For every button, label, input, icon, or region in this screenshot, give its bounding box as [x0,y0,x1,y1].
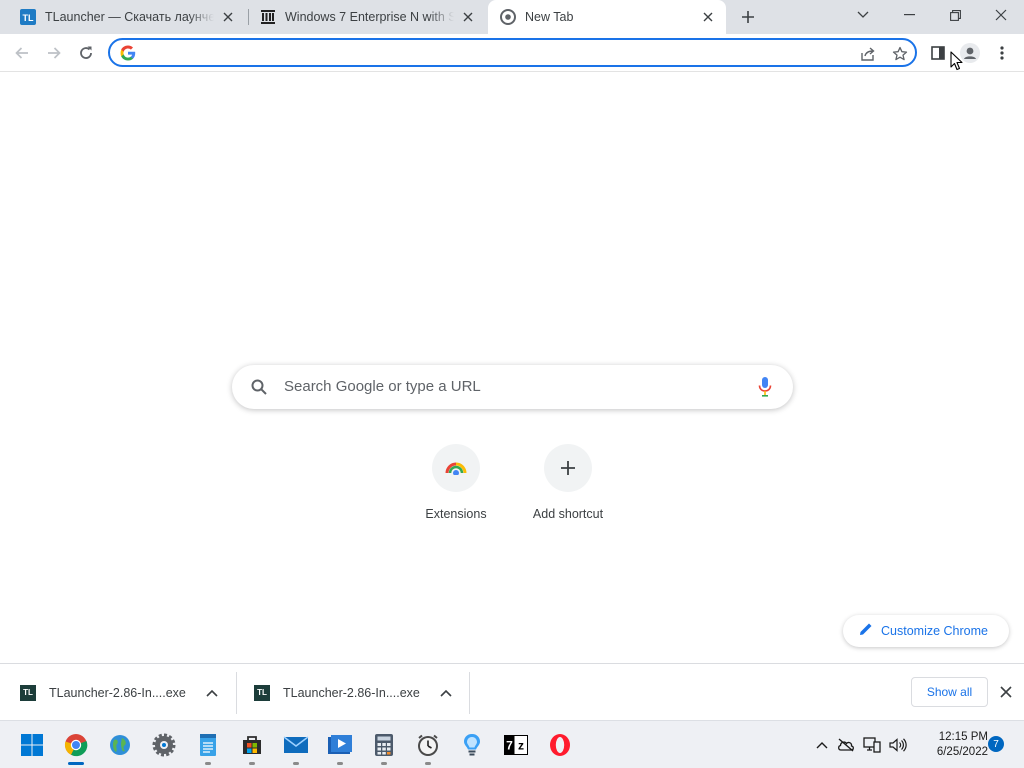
search-icon [250,378,268,396]
browser-toolbar [0,34,1024,72]
calculator-icon[interactable] [368,729,400,765]
download-filename: TLauncher-2.86-In....exe [49,685,186,700]
customize-chrome-label: Customize Chrome [881,624,988,638]
media-player-icon[interactable] [324,729,356,765]
shortcut-label: Extensions [425,507,487,521]
running-indicator [249,762,255,765]
ntp-search-box[interactable]: Search Google or type a URL [232,365,793,409]
minimize-button[interactable] [886,0,932,30]
ntp-search-placeholder: Search Google or type a URL [284,378,481,395]
tab-tlauncher[interactable]: TL TLauncher — Скачать лаунчер Minecraft [8,0,246,34]
side-panel-button[interactable] [924,39,952,67]
tlauncher-file-icon: TL [20,684,36,701]
chevron-up-icon[interactable] [436,683,456,703]
running-indicator [293,762,299,765]
address-bar[interactable] [108,38,917,67]
mail-icon[interactable] [280,729,312,765]
new-tab-button[interactable] [736,5,760,29]
chrome-icon[interactable] [60,729,92,765]
onedrive-offline-icon[interactable] [836,735,856,755]
tab-windows7[interactable]: Windows 7 Enterprise N with Service Pack… [248,0,486,34]
pencil-icon [859,622,873,641]
clock-date: 6/25/2022 [936,746,988,758]
network-icon[interactable] [862,735,882,755]
google-g-icon [120,45,136,61]
tab-strip: TL TLauncher — Скачать лаунчер Minecraft… [0,0,1024,34]
close-shelf-icon[interactable] [996,682,1016,702]
svg-text:z: z [518,739,524,753]
back-button[interactable] [8,39,36,67]
mouse-cursor-icon [950,51,964,71]
tlauncher-icon: TL [20,9,36,25]
plus-icon [544,444,592,492]
svg-text:7: 7 [506,739,513,753]
running-indicator [425,762,431,765]
archive-org-icon [260,9,276,25]
tab-title: TLauncher — Скачать лаунчер Minecraft [45,10,214,24]
tab-new-tab[interactable]: New Tab [488,0,726,34]
shortcut-add[interactable]: Add shortcut [512,442,624,534]
close-tab-icon[interactable] [460,9,476,25]
shortcut-label: Add shortcut [532,507,604,521]
start-icon[interactable] [16,729,48,761]
running-indicator [381,762,387,765]
customize-chrome-button[interactable]: Customize Chrome [843,615,1009,647]
reload-button[interactable] [72,39,100,67]
chrome-menu-button[interactable] [988,39,1016,67]
chevron-up-icon[interactable] [202,683,222,703]
close-tab-icon[interactable] [700,9,716,25]
7zip-icon[interactable]: 7z [500,729,532,761]
notepad-icon[interactable] [192,729,224,765]
opera-icon[interactable] [544,729,576,761]
svg-text:TL: TL [23,13,34,23]
earth-icon[interactable] [104,729,136,761]
tab-title: New Tab [525,10,574,24]
store-icon[interactable] [236,729,268,765]
running-indicator [68,762,84,765]
forward-button[interactable] [40,39,68,67]
close-tab-icon[interactable] [220,9,236,25]
download-filename: TLauncher-2.86-In....exe [283,685,420,700]
tab-search-button[interactable] [840,0,886,30]
show-hidden-icons-icon[interactable] [812,735,832,755]
download-item[interactable]: TL TLauncher-2.86-In....exe [234,670,470,715]
restore-button[interactable] [932,0,978,30]
tips-icon[interactable] [456,729,488,761]
volume-icon[interactable] [888,735,908,755]
download-item[interactable]: TL TLauncher-2.86-In....exe [0,670,236,715]
download-shelf: TL TLauncher-2.86-In....exe TL TLauncher… [0,663,1024,720]
running-indicator [337,762,343,765]
show-all-button[interactable]: Show all [911,677,988,707]
close-window-button[interactable] [978,0,1024,30]
download-separator [469,672,470,714]
omnibox-input[interactable] [146,43,836,63]
notification-badge[interactable]: 7 [988,736,1004,752]
bookmark-star-icon[interactable] [890,44,910,64]
tab-title: Windows 7 Enterprise N with Service Pack… [285,10,454,24]
settings-icon[interactable] [148,729,180,761]
chrome-webstore-icon [432,444,480,492]
taskbar: 7z 12:15 PM 6/25/2022 7 [0,720,1024,768]
system-clock[interactable]: 12:15 PM 6/25/2022 [918,730,988,760]
shortcut-extensions[interactable]: Extensions [400,442,512,534]
running-indicator [205,762,211,765]
clock-time: 12:15 PM [938,731,988,743]
tlauncher-file-icon: TL [254,684,270,701]
clock-icon[interactable] [412,729,444,765]
chrome-icon [500,9,516,25]
voice-search-icon[interactable] [757,376,773,398]
share-icon[interactable] [858,44,878,64]
